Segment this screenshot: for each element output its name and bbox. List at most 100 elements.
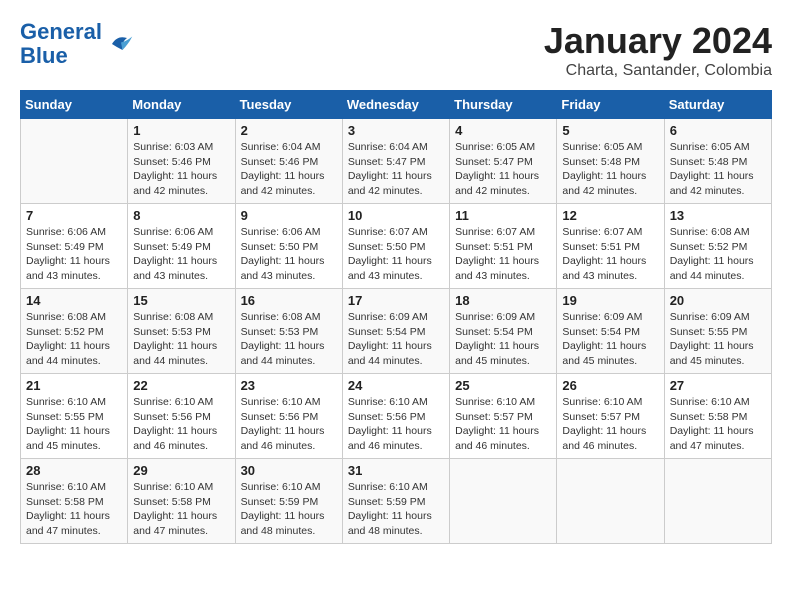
day-info: Sunrise: 6:07 AMSunset: 5:51 PMDaylight:…	[562, 225, 658, 284]
week-row-5: 28 Sunrise: 6:10 AMSunset: 5:58 PMDayligh…	[21, 459, 772, 544]
calendar-cell: 24 Sunrise: 6:10 AMSunset: 5:56 PMDayligh…	[342, 374, 449, 459]
calendar-cell: 15Sunrise: 6:08 AMSunset: 5:53 PMDayligh…	[128, 289, 235, 374]
day-number: 5	[562, 123, 658, 138]
day-info: Sunrise: 6:10 AMSunset: 5:55 PMDaylight:…	[26, 395, 122, 454]
calendar-cell: 18 Sunrise: 6:09 AMSunset: 5:54 PMDayligh…	[450, 289, 557, 374]
day-info: Sunrise: 6:04 AMSunset: 5:46 PMDaylight:…	[241, 140, 337, 199]
header-cell-monday: Monday	[128, 91, 235, 119]
week-row-4: 21 Sunrise: 6:10 AMSunset: 5:55 PMDayligh…	[21, 374, 772, 459]
calendar-cell: 14Sunrise: 6:08 AMSunset: 5:52 PMDayligh…	[21, 289, 128, 374]
calendar-cell: 28 Sunrise: 6:10 AMSunset: 5:58 PMDayligh…	[21, 459, 128, 544]
day-info: Sunrise: 6:10 AMSunset: 5:56 PMDaylight:…	[348, 395, 444, 454]
day-number: 7	[26, 208, 122, 223]
header-cell-friday: Friday	[557, 91, 664, 119]
day-info: Sunrise: 6:10 AMSunset: 5:59 PMDaylight:…	[241, 480, 337, 539]
day-info: Sunrise: 6:10 AMSunset: 5:57 PMDaylight:…	[562, 395, 658, 454]
calendar-cell: 26 Sunrise: 6:10 AMSunset: 5:57 PMDayligh…	[557, 374, 664, 459]
calendar-cell: 3Sunrise: 6:04 AMSunset: 5:47 PMDaylight…	[342, 119, 449, 204]
day-number: 21	[26, 378, 122, 393]
day-number: 31	[348, 463, 444, 478]
logo-bird-icon	[106, 29, 136, 59]
day-number: 18	[455, 293, 551, 308]
day-info: Sunrise: 6:06 AMSunset: 5:50 PMDaylight:…	[241, 225, 337, 284]
day-number: 15	[133, 293, 229, 308]
day-number: 4	[455, 123, 551, 138]
day-info: Sunrise: 6:10 AMSunset: 5:56 PMDaylight:…	[133, 395, 229, 454]
page-header: General Blue January 2024 Charta, Santan…	[20, 20, 772, 80]
calendar-cell: 20 Sunrise: 6:09 AMSunset: 5:55 PMDayligh…	[664, 289, 771, 374]
calendar-header: SundayMondayTuesdayWednesdayThursdayFrid…	[21, 91, 772, 119]
day-number: 13	[670, 208, 766, 223]
day-number: 6	[670, 123, 766, 138]
page-subtitle: Charta, Santander, Colombia	[544, 62, 772, 80]
day-number: 26	[562, 378, 658, 393]
day-number: 25	[455, 378, 551, 393]
day-number: 20	[670, 293, 766, 308]
day-info: Sunrise: 6:09 AMSunset: 5:55 PMDaylight:…	[670, 310, 766, 369]
logo-blue: Blue	[20, 43, 68, 68]
header-cell-wednesday: Wednesday	[342, 91, 449, 119]
logo-general: General	[20, 19, 102, 44]
calendar-cell: 19 Sunrise: 6:09 AMSunset: 5:54 PMDayligh…	[557, 289, 664, 374]
day-info: Sunrise: 6:05 AMSunset: 5:48 PMDaylight:…	[562, 140, 658, 199]
day-info: Sunrise: 6:08 AMSunset: 5:52 PMDaylight:…	[670, 225, 766, 284]
logo: General Blue	[20, 20, 136, 68]
logo-text: General Blue	[20, 20, 102, 68]
header-row: SundayMondayTuesdayWednesdayThursdayFrid…	[21, 91, 772, 119]
calendar-cell: 6 Sunrise: 6:05 AMSunset: 5:48 PMDaylight…	[664, 119, 771, 204]
day-info: Sunrise: 6:10 AMSunset: 5:58 PMDaylight:…	[670, 395, 766, 454]
day-info: Sunrise: 6:09 AMSunset: 5:54 PMDaylight:…	[348, 310, 444, 369]
calendar-cell: 8 Sunrise: 6:06 AMSunset: 5:49 PMDaylight…	[128, 204, 235, 289]
calendar-cell: 5 Sunrise: 6:05 AMSunset: 5:48 PMDaylight…	[557, 119, 664, 204]
day-number: 30	[241, 463, 337, 478]
day-info: Sunrise: 6:05 AMSunset: 5:48 PMDaylight:…	[670, 140, 766, 199]
calendar-cell: 21 Sunrise: 6:10 AMSunset: 5:55 PMDayligh…	[21, 374, 128, 459]
day-info: Sunrise: 6:06 AMSunset: 5:49 PMDaylight:…	[133, 225, 229, 284]
day-number: 17	[348, 293, 444, 308]
calendar-cell: 30 Sunrise: 6:10 AMSunset: 5:59 PMDayligh…	[235, 459, 342, 544]
day-info: Sunrise: 6:10 AMSunset: 5:58 PMDaylight:…	[133, 480, 229, 539]
calendar-cell: 25Sunrise: 6:10 AMSunset: 5:57 PMDayligh…	[450, 374, 557, 459]
day-number: 8	[133, 208, 229, 223]
day-info: Sunrise: 6:10 AMSunset: 5:56 PMDaylight:…	[241, 395, 337, 454]
page-title: January 2024	[544, 20, 772, 62]
calendar-cell: 2 Sunrise: 6:04 AMSunset: 5:46 PMDaylight…	[235, 119, 342, 204]
day-info: Sunrise: 6:03 AMSunset: 5:46 PMDaylight:…	[133, 140, 229, 199]
day-number: 12	[562, 208, 658, 223]
calendar-cell	[450, 459, 557, 544]
week-row-1: 1 Sunrise: 6:03 AMSunset: 5:46 PMDaylight…	[21, 119, 772, 204]
title-block: January 2024 Charta, Santander, Colombia	[544, 20, 772, 80]
day-number: 1	[133, 123, 229, 138]
day-info: Sunrise: 6:06 AMSunset: 5:49 PMDaylight:…	[26, 225, 122, 284]
calendar-cell: 4 Sunrise: 6:05 AMSunset: 5:47 PMDaylight…	[450, 119, 557, 204]
day-info: Sunrise: 6:09 AMSunset: 5:54 PMDaylight:…	[455, 310, 551, 369]
day-number: 23	[241, 378, 337, 393]
calendar-cell	[557, 459, 664, 544]
calendar-cell: 7 Sunrise: 6:06 AMSunset: 5:49 PMDaylight…	[21, 204, 128, 289]
header-cell-saturday: Saturday	[664, 91, 771, 119]
week-row-2: 7 Sunrise: 6:06 AMSunset: 5:49 PMDaylight…	[21, 204, 772, 289]
calendar-cell: 31Sunrise: 6:10 AMSunset: 5:59 PMDayligh…	[342, 459, 449, 544]
calendar-body: 1 Sunrise: 6:03 AMSunset: 5:46 PMDaylight…	[21, 119, 772, 544]
day-info: Sunrise: 6:05 AMSunset: 5:47 PMDaylight:…	[455, 140, 551, 199]
header-cell-thursday: Thursday	[450, 91, 557, 119]
day-number: 27	[670, 378, 766, 393]
day-number: 24	[348, 378, 444, 393]
day-number: 28	[26, 463, 122, 478]
day-number: 22	[133, 378, 229, 393]
calendar-cell: 29Sunrise: 6:10 AMSunset: 5:58 PMDayligh…	[128, 459, 235, 544]
day-number: 19	[562, 293, 658, 308]
calendar-cell: 1 Sunrise: 6:03 AMSunset: 5:46 PMDaylight…	[128, 119, 235, 204]
day-number: 2	[241, 123, 337, 138]
day-info: Sunrise: 6:09 AMSunset: 5:54 PMDaylight:…	[562, 310, 658, 369]
day-info: Sunrise: 6:04 AMSunset: 5:47 PMDaylight:…	[348, 140, 444, 199]
calendar-cell: 16Sunrise: 6:08 AMSunset: 5:53 PMDayligh…	[235, 289, 342, 374]
day-info: Sunrise: 6:08 AMSunset: 5:53 PMDaylight:…	[241, 310, 337, 369]
day-number: 9	[241, 208, 337, 223]
calendar-cell: 22 Sunrise: 6:10 AMSunset: 5:56 PMDayligh…	[128, 374, 235, 459]
day-info: Sunrise: 6:07 AMSunset: 5:51 PMDaylight:…	[455, 225, 551, 284]
calendar-cell: 23 Sunrise: 6:10 AMSunset: 5:56 PMDayligh…	[235, 374, 342, 459]
day-info: Sunrise: 6:07 AMSunset: 5:50 PMDaylight:…	[348, 225, 444, 284]
day-number: 10	[348, 208, 444, 223]
day-info: Sunrise: 6:10 AMSunset: 5:58 PMDaylight:…	[26, 480, 122, 539]
